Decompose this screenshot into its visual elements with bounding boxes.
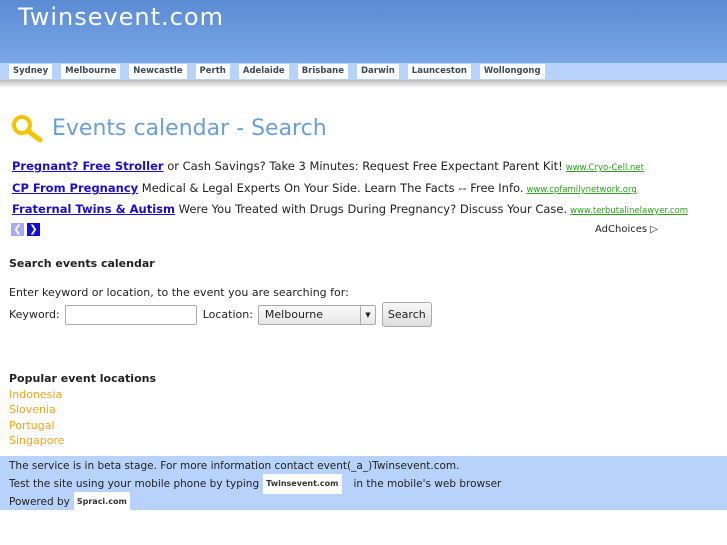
nav-launceston[interactable]: Launceston: [407, 64, 471, 79]
page-title: Events calendar - Search: [52, 115, 327, 141]
ad-headline[interactable]: Pregnant? Free Stroller: [12, 159, 164, 173]
footer: The service is in beta stage. For more i…: [0, 456, 727, 512]
ad-headline[interactable]: Fraternal Twins & Autism: [12, 202, 175, 216]
nav-melbourne[interactable]: Melbourne: [61, 64, 121, 79]
nav-sydney[interactable]: Sydney: [9, 64, 53, 79]
search-intro: Enter keyword or location, to the event …: [9, 286, 349, 299]
ad-text: Medical & Legal Experts On Your Side. Le…: [141, 181, 524, 195]
nav-brisbane[interactable]: Brisbane: [297, 64, 348, 79]
keyword-label: Keyword:: [9, 308, 60, 321]
site-logo[interactable]: Twinsevent.com: [18, 3, 224, 31]
ad-url[interactable]: www.terbutalinelawyer.com: [570, 206, 688, 216]
location-link-portugal[interactable]: Portugal: [9, 418, 156, 433]
nav-wollongong[interactable]: Wollongong: [479, 64, 545, 79]
footer-mobile-note: Test the site using your mobile phone by…: [9, 474, 727, 494]
ad-pager: ❮ ❯: [11, 223, 40, 236]
popular-heading: Popular event locations: [9, 372, 157, 385]
spraci-link[interactable]: Spraci.com: [73, 492, 130, 512]
nav-darwin[interactable]: Darwin: [356, 64, 399, 79]
keyword-input[interactable]: [64, 304, 197, 325]
ad-row: Fraternal Twins & Autism Were You Treate…: [12, 202, 688, 216]
ad-url[interactable]: www.cpfamilynetwork.org: [526, 185, 636, 195]
search-form: Keyword: Location: Melbourne ▼ Search: [9, 302, 432, 327]
footer-beta-note: The service is in beta stage. For more i…: [9, 460, 460, 472]
location-link-singapore[interactable]: Singapore: [9, 433, 156, 448]
location-value: Melbourne: [264, 308, 323, 321]
ad-text: Were You Treated with Drugs During Pregn…: [178, 202, 568, 216]
location-label: Location:: [202, 308, 253, 321]
ad-text: or Cash Savings? Take 3 Minutes: Request…: [167, 159, 563, 173]
nav-perth[interactable]: Perth: [195, 64, 230, 79]
ad-row: CP From Pregnancy Medical & Legal Expert…: [12, 181, 637, 195]
footer-text: in the mobile's web browser: [353, 478, 502, 490]
ad-headline[interactable]: CP From Pregnancy: [12, 181, 138, 195]
search-heading: Search events calendar: [9, 257, 155, 270]
search-button[interactable]: Search: [381, 302, 432, 327]
nav-adelaide[interactable]: Adelaide: [238, 64, 289, 79]
chevron-right-icon[interactable]: ❯: [27, 223, 40, 236]
ad-url[interactable]: www.Cryo-Cell.net: [566, 163, 644, 173]
nav-newcastle[interactable]: Newcastle: [129, 64, 187, 79]
location-select[interactable]: Melbourne ▼: [257, 304, 376, 325]
chevron-left-icon[interactable]: ❮: [11, 223, 24, 236]
chevron-down-icon: ▼: [359, 305, 375, 324]
adchoices-label: AdChoices: [595, 224, 648, 235]
footer-powered: Powered by Spraci.com: [9, 492, 727, 512]
adchoices-link[interactable]: AdChoices ▷: [595, 224, 658, 235]
city-nav: Sydney Melbourne Newcastle Perth Adelaid…: [0, 63, 727, 80]
adchoices-icon: ▷: [650, 224, 658, 235]
footer-text: Powered by: [9, 496, 70, 508]
location-link-slovenia[interactable]: Slovenia: [9, 402, 156, 417]
footer-text: Test the site using your mobile phone by…: [9, 478, 260, 490]
magnifier-icon: [12, 115, 43, 143]
location-link-indonesia[interactable]: Indonesia: [9, 387, 156, 402]
divider: [0, 80, 727, 88]
header: Twinsevent.com: [0, 0, 727, 63]
popular-locations: Popular event locations Indonesia Sloven…: [9, 372, 156, 448]
ad-row: Pregnant? Free Stroller or Cash Savings?…: [12, 159, 644, 173]
page-title-row: Events calendar - Search: [10, 113, 327, 143]
mobile-site-chip[interactable]: Twinsevent.com: [263, 474, 342, 494]
